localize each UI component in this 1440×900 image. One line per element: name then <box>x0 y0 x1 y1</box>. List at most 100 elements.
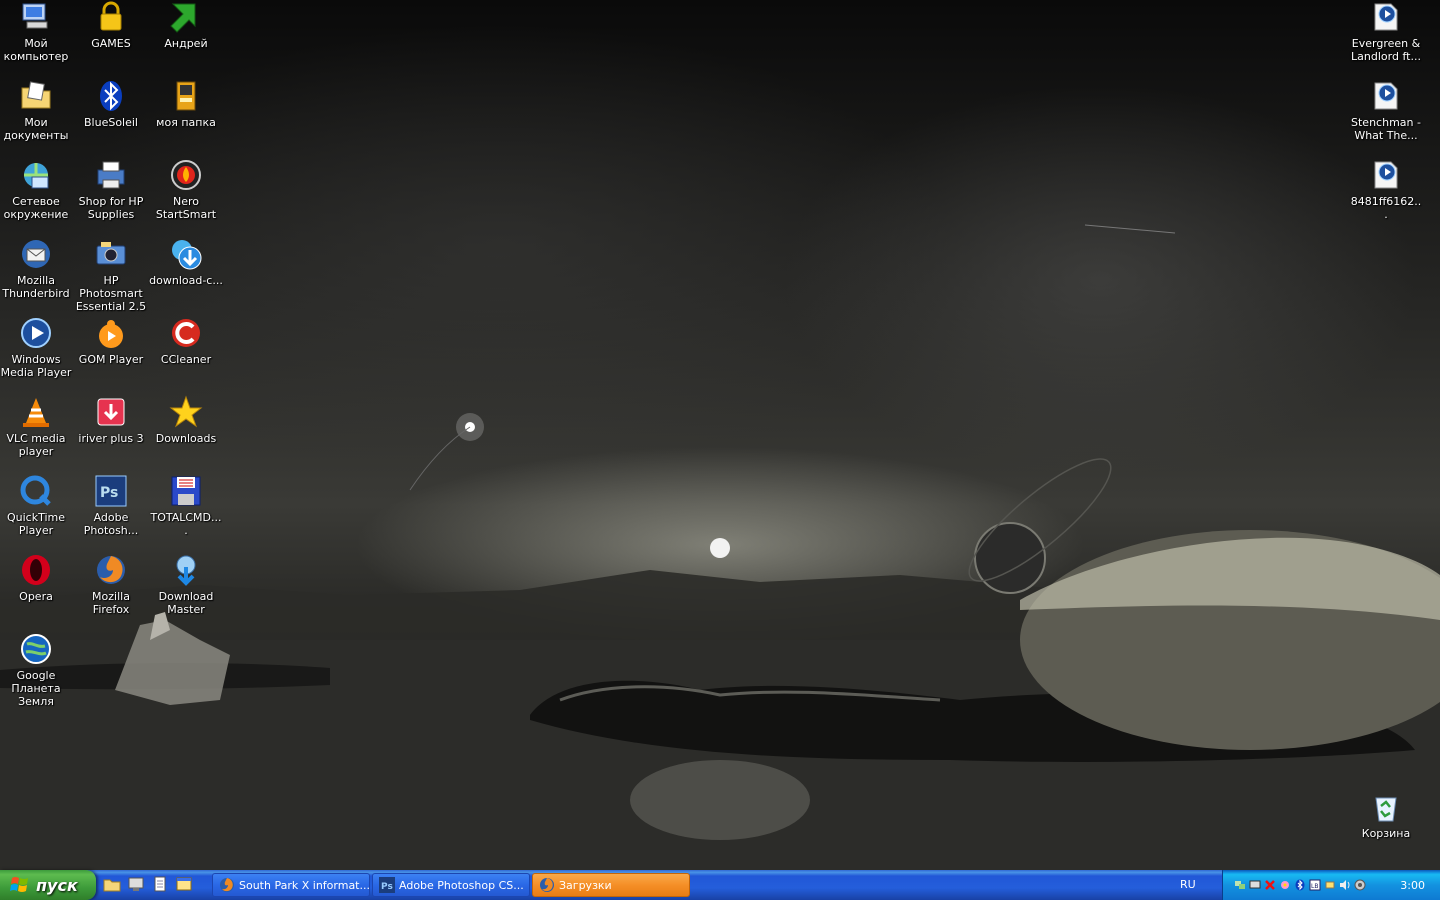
desktop-icon-ccleaner[interactable]: CCleaner <box>148 316 224 366</box>
start-button[interactable]: пуск <box>0 870 96 900</box>
desktop-icon-label: TOTALCMD.... <box>150 511 222 537</box>
desktop-icon-download-c[interactable]: download-c... <box>148 237 224 287</box>
photoshop-icon: Ps <box>94 474 128 508</box>
printer-icon <box>94 158 128 192</box>
star-icon <box>169 395 203 429</box>
task-label: Adobe Photoshop CS... <box>399 878 524 892</box>
desktop-icon-label: Opera <box>19 590 53 603</box>
task-button-south-park[interactable]: South Park X informat... <box>212 873 370 897</box>
desktop-icon-hp-photosmart[interactable]: HP Photosmart Essential 2.5 <box>73 237 149 313</box>
device-tray-icon[interactable] <box>1324 879 1336 891</box>
windows-flag-icon <box>10 877 28 892</box>
quick-launch-bar <box>103 875 193 893</box>
desktop-icon-label: GAMES <box>91 37 131 50</box>
desktop-icon-label: HP Photosmart Essential 2.5 <box>75 274 147 313</box>
folder-icon[interactable] <box>103 875 121 893</box>
media-file-icon <box>1369 158 1403 192</box>
floppy-icon <box>169 474 203 508</box>
shield-tray-icon[interactable] <box>1354 879 1366 891</box>
desktop-icon-wmp[interactable]: Windows Media Player <box>0 316 74 379</box>
desktop-icon-label: download-c... <box>149 274 223 287</box>
lock-folder-icon <box>94 0 128 34</box>
desktop-icon-label: Evergreen & Landlord ft... <box>1351 37 1421 63</box>
desktop-icon-recycle-bin[interactable]: Корзина <box>1348 790 1424 840</box>
desktop-icon-my-computer[interactable]: Мой компьютер <box>0 0 74 63</box>
bluetooth-icon <box>94 79 128 113</box>
desktop-icon-label: Shop for HP Supplies <box>78 195 144 221</box>
window-icon[interactable] <box>175 875 193 893</box>
desktop-icon-firefox[interactable]: Mozilla Firefox <box>73 553 149 616</box>
desktop-icon-label: iriver plus 3 <box>78 432 144 445</box>
language-indicator[interactable]: RU <box>1180 878 1196 891</box>
globe-icon <box>19 632 53 666</box>
desktop-icon-label: Nero StartSmart <box>155 195 217 221</box>
desktop-icon-label: VLC media player <box>6 432 66 458</box>
opera-icon <box>19 553 53 587</box>
recycle-bin-icon <box>1369 790 1403 824</box>
desktop-icon-games[interactable]: GAMES <box>73 0 149 50</box>
download-icon <box>169 237 203 271</box>
lb-tray-icon[interactable]: LB <box>1309 879 1321 891</box>
network-tray-icon[interactable] <box>1234 879 1246 891</box>
thunderbird-icon <box>19 237 53 271</box>
desktop-icon-label: Сетевое окружение <box>3 195 69 221</box>
desktop-icon-vlc[interactable]: VLC media player <box>0 395 74 458</box>
desktop-icon-nero[interactable]: Nero StartSmart <box>148 158 224 221</box>
camera-icon <box>94 237 128 271</box>
desktop-icon-iriver[interactable]: iriver plus 3 <box>73 395 149 445</box>
desktop-icon[interactable] <box>127 875 145 893</box>
desktop-icon-thunderbird[interactable]: Mozilla Thunderbird <box>0 237 74 300</box>
desktop-icon-andrey[interactable]: Андрей <box>148 0 224 50</box>
desktop-icon-downloads[interactable]: Downloads <box>148 395 224 445</box>
gom-icon <box>94 316 128 350</box>
task-button-downloads[interactable]: Загрузки <box>532 873 690 897</box>
desktop-icon-label: 8481ff6162... <box>1350 195 1422 221</box>
system-tray: LB 3:00 <box>1222 870 1440 900</box>
desktop-icon-label: моя папка <box>156 116 216 129</box>
volume-tray-icon[interactable] <box>1339 879 1351 891</box>
desktop-icon-label: Мой компьютер <box>3 37 69 63</box>
desktop-icon-my-folder[interactable]: моя папка <box>148 79 224 129</box>
desktop-icon-label: Мои документы <box>3 116 69 142</box>
svg-text:Ps: Ps <box>381 882 393 892</box>
notepad-icon[interactable] <box>151 875 169 893</box>
desktop-icon-label: Корзина <box>1361 827 1411 840</box>
desktop-icon-my-documents[interactable]: Мои документы <box>0 79 74 142</box>
clock[interactable]: 3:00 <box>1400 879 1425 892</box>
desktop-icon-label: Андрей <box>164 37 208 50</box>
desktop-icon-network[interactable]: Сетевое окружение <box>0 158 74 221</box>
desktop-icon-label: Google Планета Земля <box>11 669 61 708</box>
display-tray-icon[interactable] <box>1249 879 1261 891</box>
vlc-cone-icon <box>19 395 53 429</box>
desktop-icon-google-earth[interactable]: Google Планета Земля <box>0 632 74 708</box>
desktop-icon-label: Download Master <box>158 590 214 616</box>
antivirus-tray-icon[interactable] <box>1264 879 1276 891</box>
desktop-icon-label: Adobe Photosh... <box>83 511 139 537</box>
desktop-icon-opera[interactable]: Opera <box>0 553 74 603</box>
desktop-icon-bluesoleil[interactable]: BlueSoleil <box>73 79 149 129</box>
firefox-icon <box>94 553 128 587</box>
flower-tray-icon[interactable] <box>1279 879 1291 891</box>
documents-folder-icon <box>19 79 53 113</box>
desktop-icon-8481ff[interactable]: 8481ff6162... <box>1348 158 1424 221</box>
desktop-icon-quicktime[interactable]: QuickTime Player <box>0 474 74 537</box>
task-label: Загрузки <box>559 878 612 892</box>
folder-icon <box>169 79 203 113</box>
desktop-icon-download-master[interactable]: Download Master <box>148 553 224 616</box>
desktop-icon-shop-hp[interactable]: Shop for HP Supplies <box>73 158 149 221</box>
desktop-icon-evergreen[interactable]: Evergreen & Landlord ft... <box>1348 0 1424 63</box>
desktop-icon-label: CCleaner <box>160 353 212 366</box>
desktop-icon-gom[interactable]: GOM Player <box>73 316 149 366</box>
desktop-icon-label: Stenchman - What The... <box>1351 116 1421 142</box>
desktop-icon-photoshop[interactable]: Ps Adobe Photosh... <box>73 474 149 537</box>
media-file-icon <box>1369 0 1403 34</box>
desktop-icon-totalcmd[interactable]: TOTALCMD.... <box>148 474 224 537</box>
desktop-icon-stenchman[interactable]: Stenchman - What The... <box>1348 79 1424 142</box>
desktop-icon-label: GOM Player <box>78 353 144 366</box>
network-icon <box>19 158 53 192</box>
svg-text:Ps: Ps <box>100 485 118 501</box>
bluetooth-tray-icon[interactable] <box>1294 879 1306 891</box>
task-button-photoshop[interactable]: Ps Adobe Photoshop CS... <box>372 873 530 897</box>
ccleaner-icon <box>169 316 203 350</box>
taskbar: пуск South Park X informat... Ps Adobe P… <box>0 870 1440 900</box>
